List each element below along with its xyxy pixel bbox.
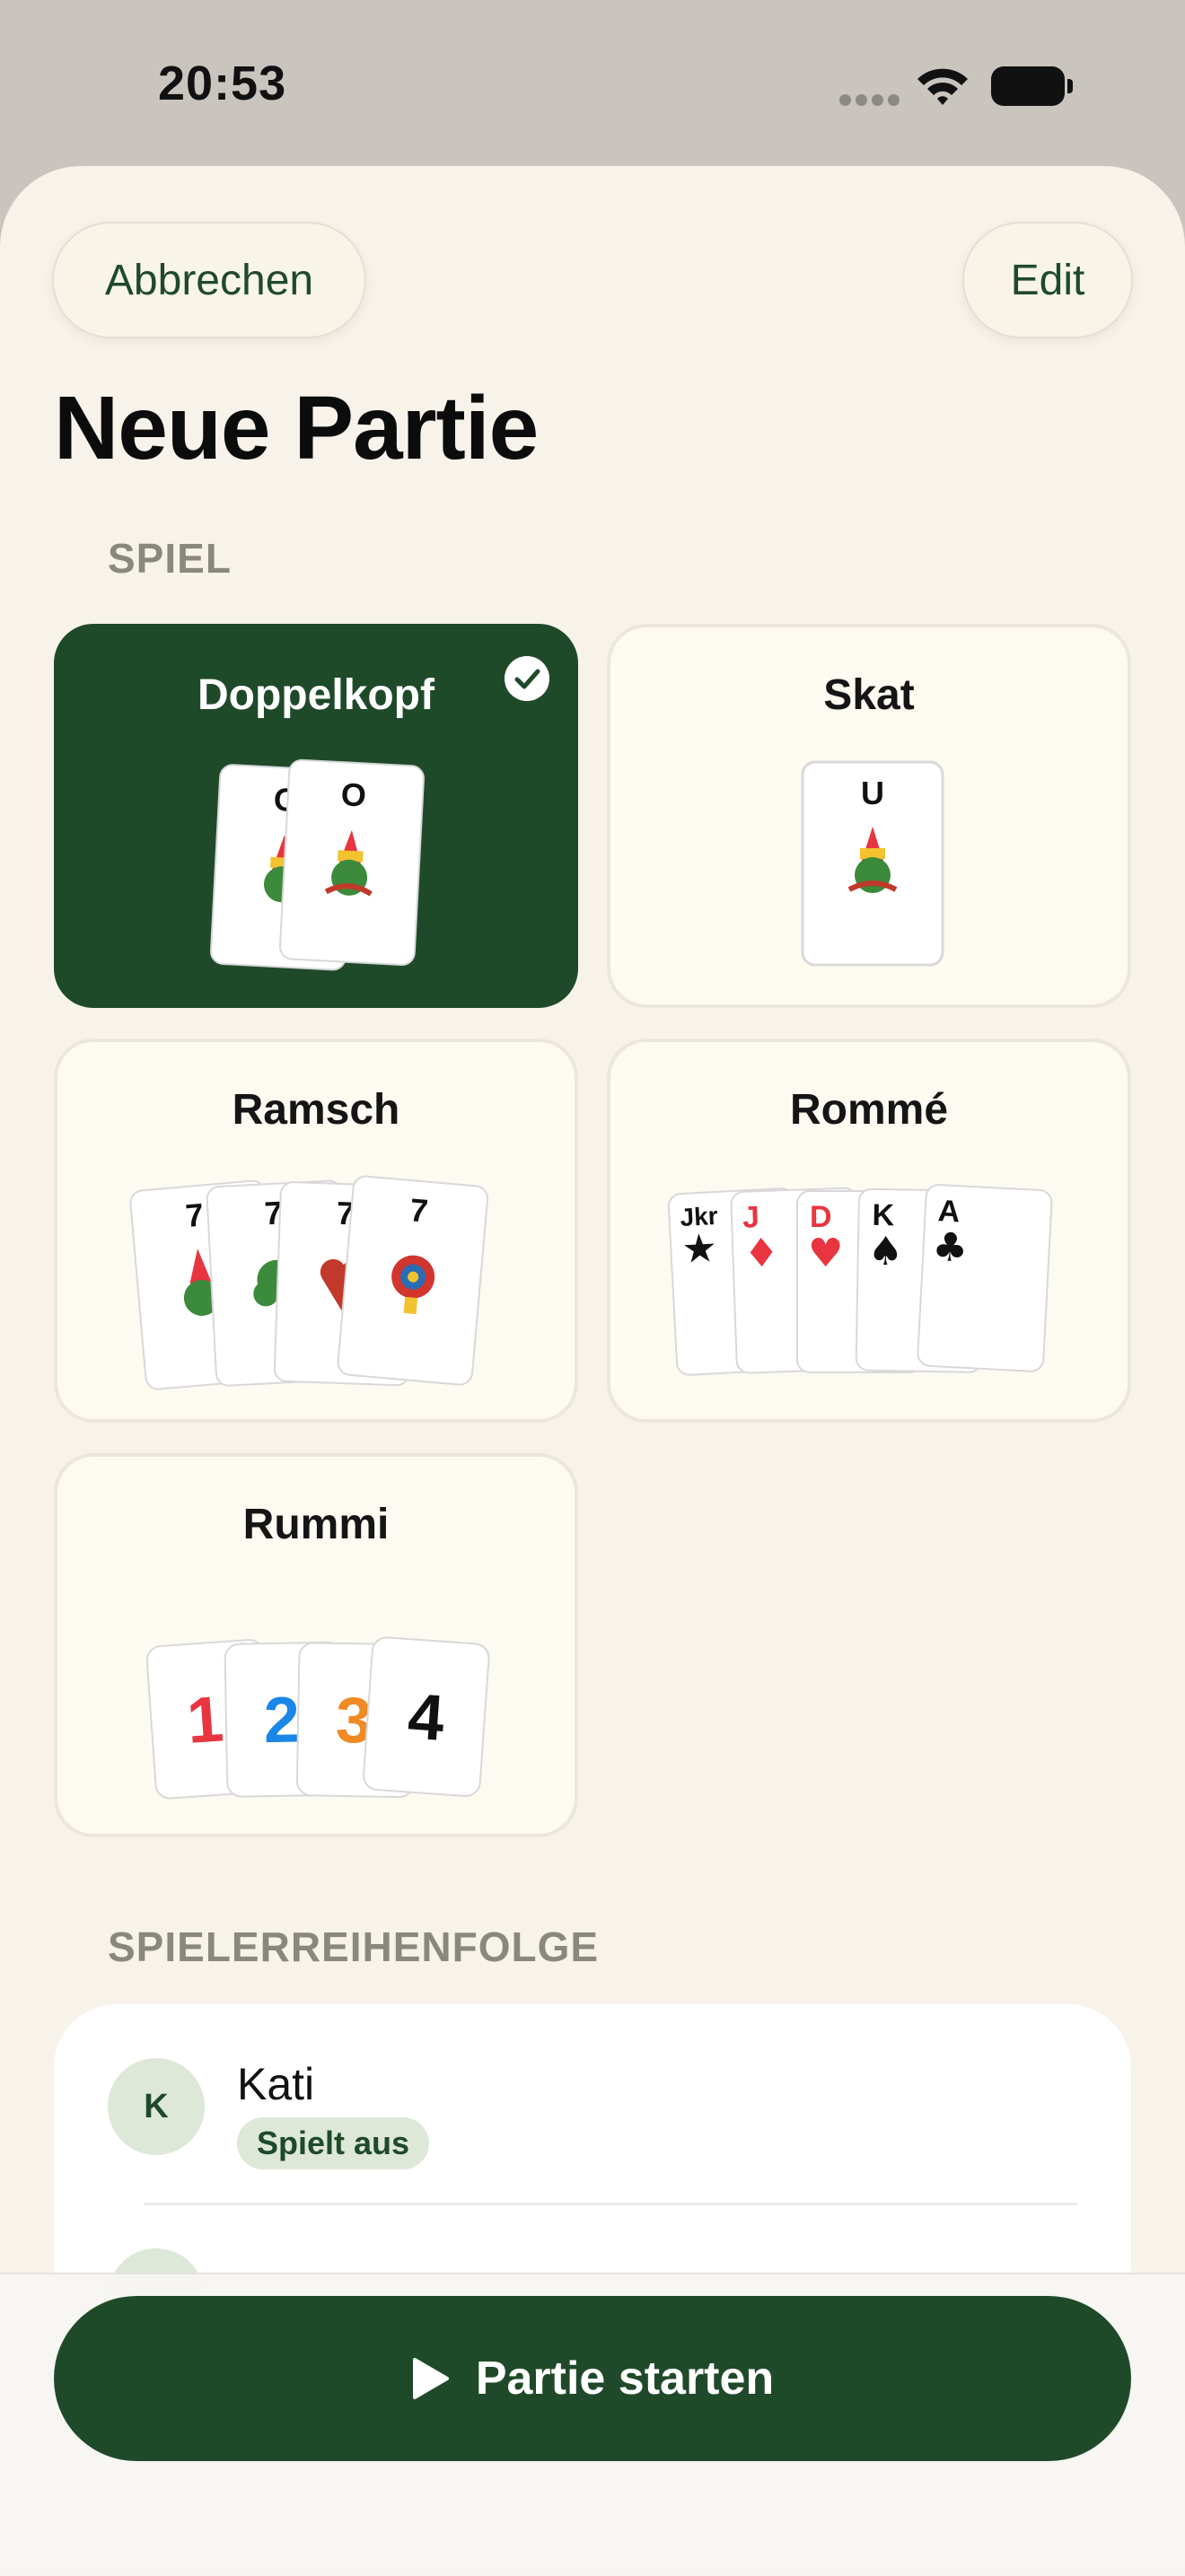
status-badge: Spielt aus <box>237 2117 430 2169</box>
svg-text:♥: ♥ <box>808 1231 843 1276</box>
start-game-button[interactable]: Partie starten <box>54 2296 1131 2461</box>
battery-icon <box>991 66 1073 106</box>
card-rank: O <box>340 775 367 813</box>
game-option-rummi[interactable]: Rummi 1 2 3 4 <box>54 1453 578 1837</box>
cancel-button[interactable]: Abbrechen <box>52 222 366 338</box>
section-label-game: SPIEL <box>108 535 232 582</box>
card-fan-romme: Jkr ★ J ♦ D ♥ K ♠ A ♣ <box>667 1184 1053 1376</box>
card-rank: 7 <box>184 1196 206 1235</box>
card-rank: D <box>810 1200 832 1234</box>
tile-row-rummi: 1 2 3 4 <box>145 1636 490 1800</box>
avatar: K <box>108 2058 205 2155</box>
status-time: 20:53 <box>158 57 287 110</box>
card-fan-skat: U <box>801 760 944 967</box>
card-fan-doppelkopf: O O <box>209 758 425 971</box>
game-option-doppelkopf[interactable]: Doppelkopf O O <box>54 624 578 1008</box>
edit-button[interactable]: Edit <box>962 222 1133 338</box>
wifi-icon <box>917 68 968 105</box>
card-rank: K <box>872 1198 895 1232</box>
page-title: Neue Partie <box>54 378 539 478</box>
game-option-skat[interactable]: Skat U <box>607 624 1131 1008</box>
game-option-ramsch[interactable]: Ramsch 7 7 7 7 <box>54 1038 578 1423</box>
svg-text:♦: ♦ <box>743 1230 780 1276</box>
status-bar: 20:53 <box>0 0 1185 166</box>
svg-text:♠: ♠ <box>867 1229 903 1275</box>
tile-number: 2 <box>263 1684 300 1757</box>
svg-text:♣: ♣ <box>931 1224 969 1272</box>
signal-dots-icon <box>839 94 904 110</box>
card-rank: U <box>861 775 884 811</box>
card-rank: 7 <box>408 1191 430 1230</box>
bottom-action-bar: Partie starten <box>0 2273 1185 2576</box>
svg-text:★: ★ <box>680 1225 718 1273</box>
card-fan-ramsch: 7 7 7 7 <box>129 1175 489 1390</box>
section-label-player-order: SPIELERREIHENFOLGE <box>108 1923 600 1970</box>
card-rank: J <box>742 1200 759 1235</box>
game-option-romme[interactable]: Rommé Jkr ★ J ♦ D ♥ K ♠ A ♣ <box>607 1038 1131 1423</box>
new-game-sheet: Abbrechen Edit Neue Partie SPIEL Doppelk… <box>0 166 1185 2574</box>
start-game-label: Partie starten <box>475 2353 775 2405</box>
player-name: Kati <box>237 2059 315 2109</box>
tile-number: 1 <box>185 1683 226 1757</box>
divider <box>144 2203 1077 2205</box>
play-icon <box>412 2358 449 2399</box>
tile-number: 4 <box>406 1680 447 1755</box>
